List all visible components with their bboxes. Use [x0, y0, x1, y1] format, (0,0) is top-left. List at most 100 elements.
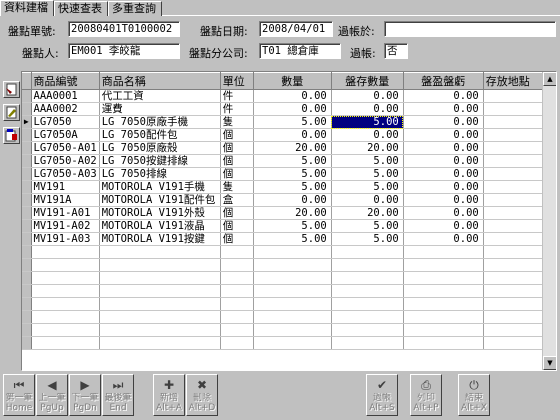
table-cell[interactable]: LG7050-A01: [31, 141, 100, 155]
row-indicator[interactable]: [22, 167, 32, 181]
table-cell[interactable]: 0.00: [403, 232, 484, 246]
table-cell[interactable]: [31, 284, 100, 298]
tab-multi-query[interactable]: 多重查詢: [108, 1, 162, 16]
table-cell[interactable]: [331, 310, 404, 324]
table-cell[interactable]: [220, 310, 254, 324]
table-cell[interactable]: 0.00: [403, 219, 484, 233]
table-cell[interactable]: [331, 284, 404, 298]
table-cell[interactable]: LG7050-A02: [31, 154, 100, 168]
table-cell[interactable]: 隻: [220, 180, 254, 194]
table-row[interactable]: ▶ LG7050 LG 7050原廠手機隻 5.00 5.00 0.00: [22, 115, 548, 129]
table-cell[interactable]: [253, 336, 332, 350]
table-cell[interactable]: 個: [220, 206, 254, 220]
table-cell[interactable]: 0.00: [253, 193, 332, 207]
table-cell[interactable]: 個: [220, 219, 254, 233]
table-cell[interactable]: [483, 336, 548, 350]
table-cell[interactable]: 5.00: [253, 167, 332, 181]
table-cell[interactable]: 5.00: [331, 180, 404, 194]
table-cell[interactable]: [403, 297, 484, 311]
table-cell[interactable]: [483, 271, 548, 285]
table-cell[interactable]: [331, 245, 404, 259]
table-cell[interactable]: [31, 297, 100, 311]
table-cell[interactable]: 0.00: [403, 89, 484, 103]
table-row[interactable]: [22, 284, 548, 298]
table-cell[interactable]: 5.00: [331, 167, 404, 181]
row-indicator[interactable]: [22, 232, 32, 246]
row-indicator[interactable]: [22, 180, 32, 194]
table-cell[interactable]: [253, 284, 332, 298]
table-cell[interactable]: [253, 323, 332, 337]
table-cell[interactable]: MV191-A01: [31, 206, 100, 220]
table-row[interactable]: AAA0001 代工工資件 0.00 0.00 0.00: [22, 89, 548, 103]
table-row[interactable]: [22, 258, 548, 272]
table-cell[interactable]: [99, 297, 221, 311]
table-row[interactable]: MV191A MOTOROLA V191配件包盒 0.00 0.00 0.00: [22, 193, 548, 207]
date-field[interactable]: 2008/04/01: [259, 21, 333, 37]
table-cell[interactable]: 0.00: [253, 102, 332, 116]
table-cell[interactable]: 盒: [220, 193, 254, 207]
row-indicator[interactable]: [22, 284, 32, 298]
table-cell[interactable]: MV191-A03: [31, 232, 100, 246]
row-indicator[interactable]: [22, 89, 32, 103]
table-cell[interactable]: [99, 323, 221, 337]
table-cell[interactable]: 0.00: [331, 102, 404, 116]
table-cell[interactable]: LG7050: [31, 115, 100, 129]
table-cell[interactable]: 20.00: [253, 206, 332, 220]
table-cell[interactable]: [483, 180, 548, 194]
table-cell[interactable]: [483, 206, 548, 220]
table-cell[interactable]: 5.00: [253, 219, 332, 233]
table-cell[interactable]: [31, 258, 100, 272]
table-cell[interactable]: 0.00: [253, 128, 332, 142]
table-cell[interactable]: [483, 219, 548, 233]
table-cell[interactable]: [220, 297, 254, 311]
delete-row-button[interactable]: [3, 127, 20, 144]
table-cell[interactable]: 0.00: [403, 141, 484, 155]
toolbar-button-home[interactable]: ⏮ 第一筆 Home: [3, 374, 35, 416]
posted-at-field[interactable]: [384, 21, 556, 37]
table-cell[interactable]: 0.00: [403, 206, 484, 220]
table-cell[interactable]: [331, 271, 404, 285]
table-cell[interactable]: 5.00: [253, 232, 332, 246]
doc-no-field[interactable]: 20080401T0100002: [68, 21, 180, 37]
table-cell[interactable]: [253, 310, 332, 324]
table-cell[interactable]: [31, 323, 100, 337]
table-cell[interactable]: 個: [220, 154, 254, 168]
table-cell[interactable]: 個: [220, 141, 254, 155]
table-row[interactable]: [22, 336, 548, 350]
table-cell[interactable]: [403, 271, 484, 285]
table-cell[interactable]: [253, 258, 332, 272]
table-cell[interactable]: 5.00: [253, 180, 332, 194]
table-cell[interactable]: [99, 245, 221, 259]
row-indicator[interactable]: [22, 206, 32, 220]
col-header-item-no[interactable]: 商品編號: [31, 72, 100, 90]
tab-data-entry[interactable]: 資料建檔: [0, 0, 54, 16]
col-header-count-qty[interactable]: 盤存數量: [331, 72, 404, 90]
table-cell[interactable]: MOTOROLA V191手機: [99, 180, 221, 194]
table-cell[interactable]: 5.00: [253, 115, 332, 129]
table-row[interactable]: LG7050-A01 LG 7050原廠殼個 20.00 20.00 0.00: [22, 141, 548, 155]
table-cell[interactable]: 0.00: [403, 128, 484, 142]
table-cell[interactable]: LG 7050按鍵排線: [99, 154, 221, 168]
table-cell[interactable]: [403, 258, 484, 272]
table-cell[interactable]: [331, 258, 404, 272]
col-header-location[interactable]: 存放地點: [483, 72, 548, 90]
table-cell[interactable]: [331, 336, 404, 350]
selected-cell[interactable]: 5.00: [331, 115, 404, 129]
row-indicator[interactable]: [22, 193, 32, 207]
col-header-unit[interactable]: 單位: [220, 72, 254, 90]
table-cell[interactable]: [483, 258, 548, 272]
table-cell[interactable]: 5.00: [253, 154, 332, 168]
inventory-grid[interactable]: 商品編號 商品名稱 單位 數量 盤存數量 盤盈盤虧 存放地點 AAA0001 代工…: [21, 71, 557, 371]
counter-field[interactable]: EM001 李皎龍: [68, 43, 180, 59]
table-cell[interactable]: [483, 102, 548, 116]
table-cell[interactable]: 件: [220, 102, 254, 116]
table-cell[interactable]: 個: [220, 232, 254, 246]
table-cell[interactable]: [403, 245, 484, 259]
table-cell[interactable]: 0.00: [403, 115, 484, 129]
table-cell[interactable]: 20.00: [331, 141, 404, 155]
toolbar-button-alt-d[interactable]: ✖ 刪除 Alt+D: [186, 374, 218, 416]
table-cell[interactable]: [31, 271, 100, 285]
table-cell[interactable]: [253, 271, 332, 285]
table-cell[interactable]: [483, 297, 548, 311]
table-row[interactable]: MV191-A03 MOTOROLA V191按鍵個 5.00 5.00 0.00: [22, 232, 548, 246]
